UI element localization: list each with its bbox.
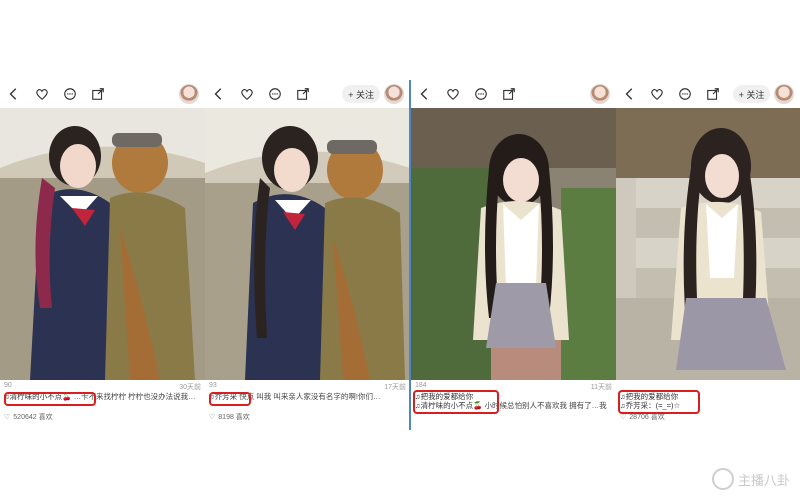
avatar[interactable]: [590, 84, 610, 104]
comment-icon[interactable]: [267, 86, 283, 102]
view-counter: 90: [4, 382, 12, 389]
highlight-box: [4, 392, 96, 406]
heart-icon[interactable]: [34, 86, 50, 102]
watermark-text: 主播八卦: [737, 473, 790, 489]
video-thumbnail[interactable]: [205, 108, 410, 380]
panel-topbar: + 关注: [616, 80, 800, 108]
share-icon[interactable]: [295, 86, 311, 102]
like-count: ♡ 8198 喜欢: [209, 414, 250, 421]
back-arrow-icon[interactable]: [417, 86, 433, 102]
caption-text: 快点 叫我 叫来亲人家没有名字的啊!你们…: [239, 392, 381, 401]
panel-topbar: [411, 80, 616, 108]
video-panel-2: + 关注 93 17天前 ♫乔芳采 快点 叫我 叫来亲人家没有名字的啊!你们… …: [205, 80, 410, 430]
post-time: 11天前: [590, 384, 612, 391]
comment-icon[interactable]: [677, 86, 693, 102]
video-panel-3: 184 11天前 ♫把我的爱都给你 ♫清柠味的小不点🍒 小时候总怕别人不喜欢我 拥…: [411, 80, 616, 430]
avatar[interactable]: [774, 84, 794, 104]
highlight-box: [618, 390, 700, 414]
view-counter: 93: [209, 382, 217, 389]
comment-icon[interactable]: [62, 86, 78, 102]
avatar[interactable]: [384, 84, 404, 104]
watermark-logo-icon: [711, 468, 734, 490]
post-time: 17天前: [384, 384, 406, 391]
collage-canvas: 90 30天前 ♫清柠味的小不点🍒 …卡不来找柠柠 柠柠也没办法说我… ♡ 5206…: [0, 0, 800, 496]
back-arrow-icon[interactable]: [211, 86, 227, 102]
watermark: 主播八卦: [711, 468, 790, 490]
share-icon[interactable]: [90, 86, 106, 102]
heart-icon: ♡: [4, 414, 11, 421]
panel-topbar: [0, 80, 205, 108]
follow-button[interactable]: + 关注: [342, 85, 380, 103]
heart-icon: ♡: [620, 414, 627, 421]
panel-topbar: + 关注: [205, 80, 410, 108]
video-panel-1: 90 30天前 ♫清柠味的小不点🍒 …卡不来找柠柠 柠柠也没办法说我… ♡ 5206…: [0, 80, 205, 430]
video-thumbnail[interactable]: [411, 108, 616, 380]
video-thumbnail[interactable]: [616, 108, 800, 380]
back-arrow-icon[interactable]: [6, 86, 22, 102]
share-icon[interactable]: [501, 86, 517, 102]
post-time: 30天前: [179, 384, 201, 391]
share-icon[interactable]: [705, 86, 721, 102]
highlight-box: [413, 390, 499, 414]
avatar[interactable]: [179, 84, 199, 104]
heart-icon: ♡: [209, 414, 216, 421]
comment-icon[interactable]: [473, 86, 489, 102]
heart-icon[interactable]: [239, 86, 255, 102]
heart-icon[interactable]: [650, 86, 666, 102]
video-thumbnail[interactable]: [0, 108, 205, 380]
heart-icon[interactable]: [445, 86, 461, 102]
highlight-box: [209, 392, 251, 406]
like-count: ♡ 520642 喜欢: [4, 414, 53, 421]
back-arrow-icon[interactable]: [622, 86, 638, 102]
video-panel-4: + 关注 ♫把我的爱都给你 ♫乔芳采：(=_=)☆ ♡ 28706 喜欢: [616, 80, 800, 430]
follow-button[interactable]: + 关注: [732, 85, 771, 103]
